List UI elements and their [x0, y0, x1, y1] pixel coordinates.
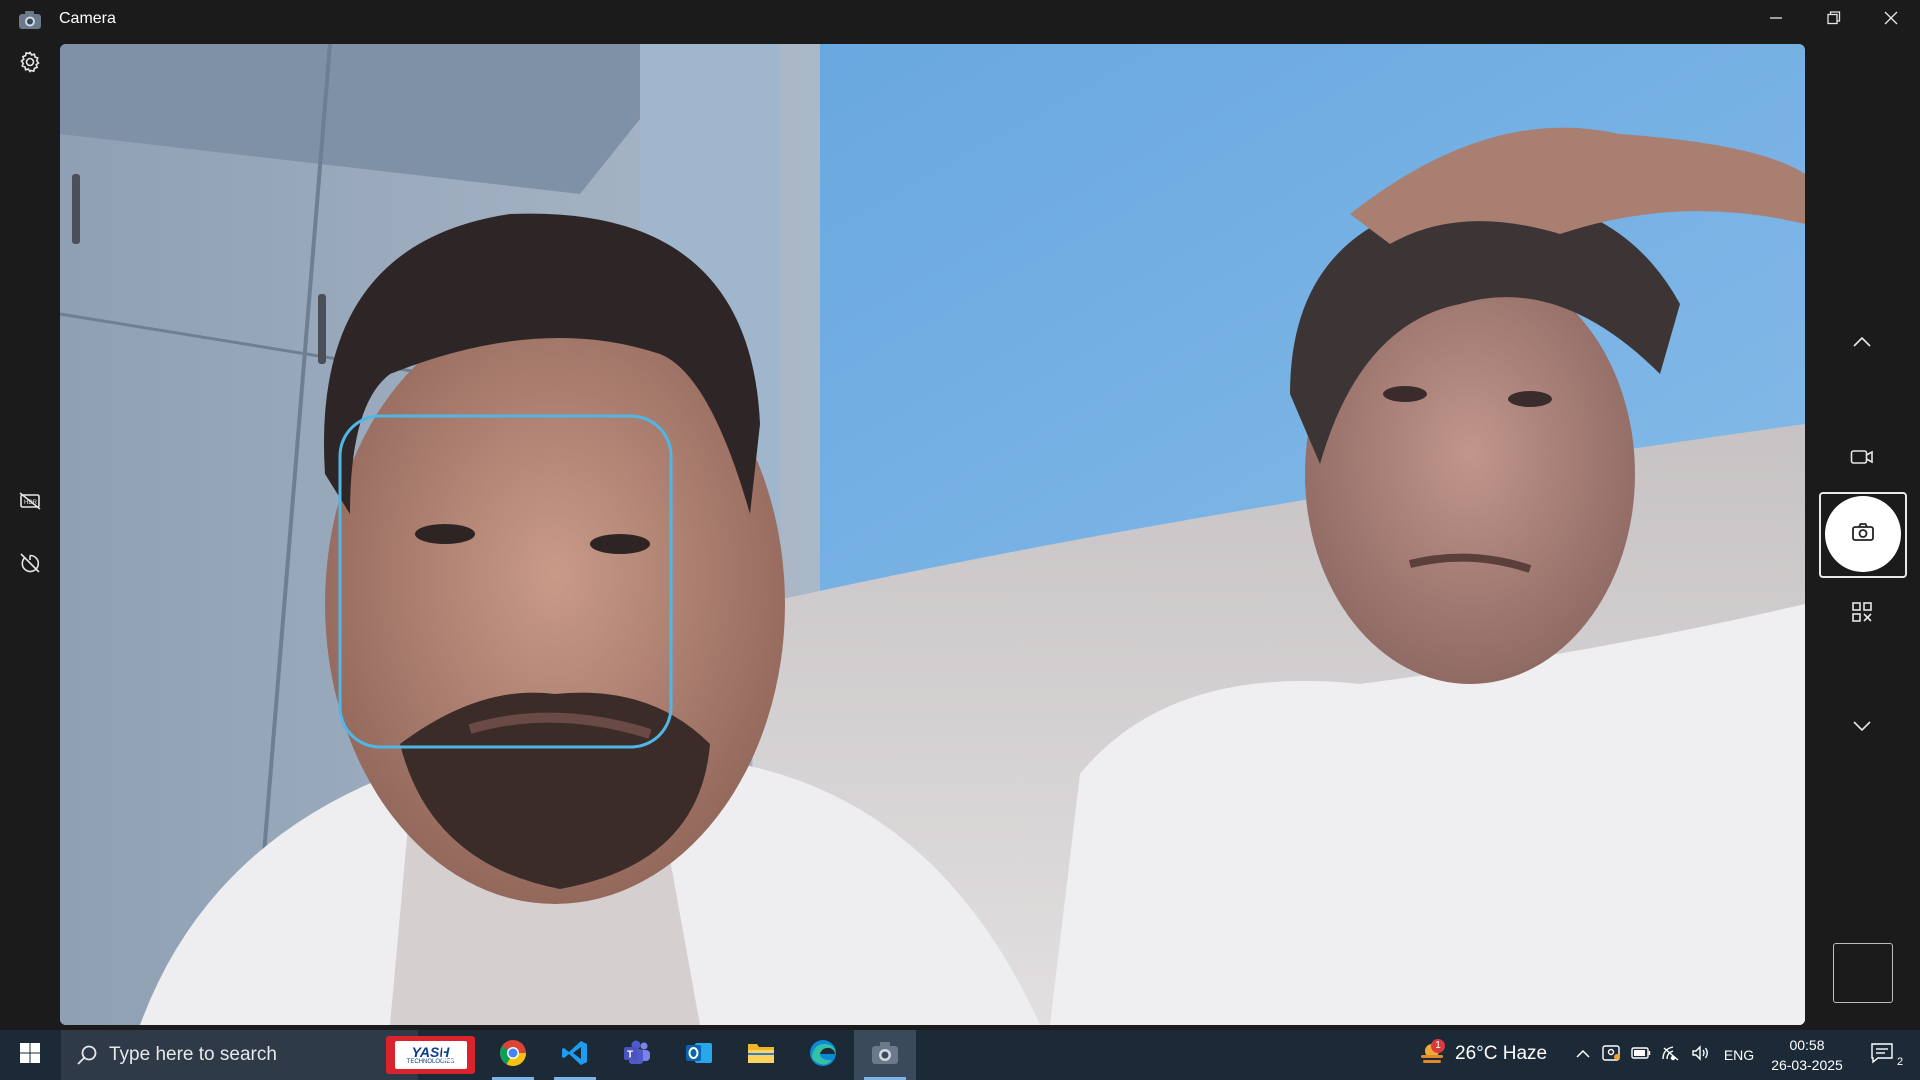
close-button[interactable]	[1862, 0, 1920, 40]
window-title: Camera	[59, 10, 116, 27]
teams-icon: T	[622, 1039, 652, 1072]
last-capture-thumbnail[interactable]	[1833, 943, 1893, 1003]
search-icon	[75, 1043, 99, 1072]
close-icon	[1884, 11, 1898, 30]
tray-battery[interactable]	[1628, 1030, 1654, 1080]
timer-off-icon	[18, 551, 42, 580]
weather-widget[interactable]	[1410, 1030, 1454, 1080]
minimize-icon	[1769, 11, 1783, 30]
scroll-down-button[interactable]	[1840, 706, 1884, 750]
edge-icon	[808, 1038, 838, 1073]
camera-app-icon	[18, 10, 42, 30]
minimize-button[interactable]	[1747, 0, 1805, 40]
camera-shutter-icon	[1851, 522, 1875, 547]
taskbar-clock[interactable]: 00:58 26-03-2025	[1762, 1035, 1852, 1075]
svg-text:HDR: HDR	[24, 500, 38, 506]
hdr-off-icon: HDR	[18, 489, 42, 518]
task-view-button[interactable]	[418, 1030, 480, 1080]
taskbar-vscode[interactable]	[544, 1030, 606, 1080]
windows-logo-icon	[19, 1042, 41, 1069]
camera-app-icon	[870, 1040, 900, 1071]
video-mode-button[interactable]	[1840, 437, 1884, 481]
timer-button[interactable]	[12, 547, 48, 583]
meet-now-icon	[1601, 1044, 1621, 1067]
taskbar-outlook[interactable]	[668, 1030, 730, 1080]
hdr-toggle-button[interactable]: HDR	[12, 485, 48, 521]
weather-text: 26°C Haze	[1455, 1043, 1548, 1064]
gear-icon	[18, 50, 42, 79]
file-explorer-icon	[746, 1040, 776, 1071]
tray-network[interactable]	[1658, 1030, 1684, 1080]
tray-volume[interactable]	[1688, 1030, 1714, 1080]
chrome-icon	[498, 1038, 528, 1073]
language-indicator: ENG	[1723, 1047, 1755, 1063]
weather-alert-badge: 1	[1431, 1039, 1445, 1053]
taskbar-teams[interactable]: T	[606, 1030, 668, 1080]
taskbar-file-explorer[interactable]	[730, 1030, 792, 1080]
volume-icon	[1691, 1044, 1711, 1066]
svg-text:T: T	[627, 1049, 633, 1060]
start-button[interactable]	[0, 1030, 60, 1080]
search-placeholder: Type here to search	[109, 1044, 277, 1065]
chevron-down-icon	[1852, 719, 1872, 737]
input-language-button[interactable]: ENG	[1720, 1030, 1758, 1080]
taskbar-edge[interactable]	[792, 1030, 854, 1080]
restore-icon	[1827, 10, 1841, 30]
wifi-icon	[1661, 1045, 1681, 1066]
notification-count: 2	[1893, 1055, 1907, 1069]
notification-icon	[1870, 1042, 1894, 1069]
title-bar: Camera	[0, 0, 1920, 40]
tray-meet-now[interactable]	[1598, 1030, 1624, 1080]
scroll-up-button[interactable]	[1840, 322, 1884, 366]
settings-button[interactable]	[12, 46, 48, 82]
vscode-icon	[561, 1039, 589, 1072]
qr-scan-button[interactable]	[1840, 592, 1884, 636]
outlook-icon	[684, 1039, 714, 1072]
clock-time: 00:58	[1789, 1037, 1825, 1053]
battery-icon	[1631, 1046, 1651, 1064]
clock-date: 26-03-2025	[1771, 1057, 1843, 1073]
taskbar-search[interactable]: Type here to search YASH TECHNOLOGIES	[61, 1030, 475, 1080]
chevron-up-icon	[1852, 335, 1872, 353]
taskbar-chrome[interactable]	[482, 1030, 544, 1080]
taskbar-camera[interactable]	[854, 1030, 916, 1080]
camera-window: Camera HDR	[0, 0, 1920, 1030]
restore-button[interactable]	[1805, 0, 1863, 40]
chevron-up-icon	[1576, 1046, 1590, 1064]
video-mode-icon	[1850, 448, 1874, 471]
qr-scan-icon	[1851, 601, 1873, 628]
camera-viewfinder[interactable]	[60, 44, 1805, 1025]
show-hidden-icons-button[interactable]	[1570, 1030, 1596, 1080]
take-photo-button[interactable]	[1825, 496, 1901, 572]
task-view-icon	[438, 1043, 460, 1068]
taskbar: Type here to search YASH TECHNOLOGIES T	[0, 1030, 1920, 1080]
